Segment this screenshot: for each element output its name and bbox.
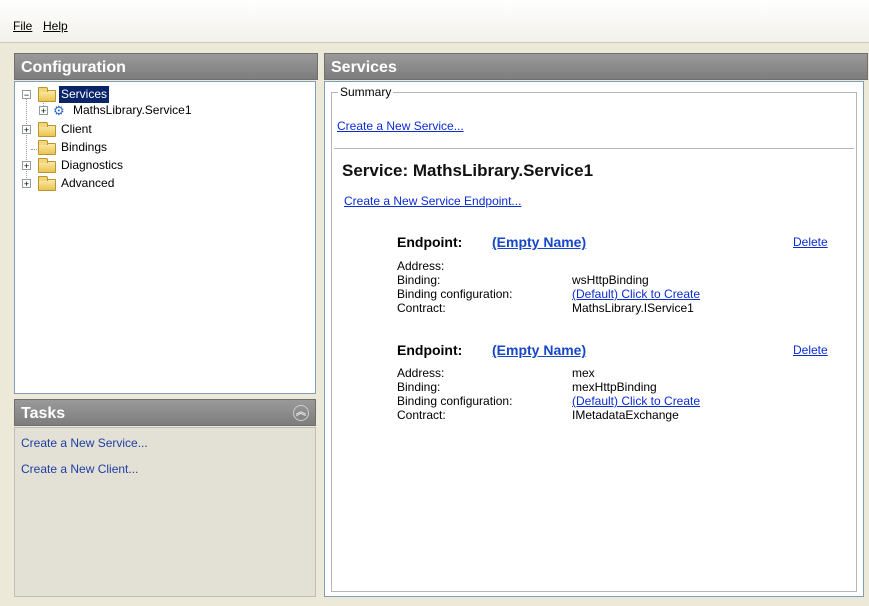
menu-bar: File Help xyxy=(0,0,869,43)
tree-item-client[interactable]: + Client xyxy=(21,121,301,138)
expand-icon[interactable]: + xyxy=(22,161,31,171)
service-title: Service: MathsLibrary.Service1 xyxy=(342,161,594,180)
create-endpoint-link[interactable]: Create a New Service Endpoint... xyxy=(344,194,521,208)
create-service-link[interactable]: Create a New Service... xyxy=(337,119,464,133)
tree-label-advanced: Advanced xyxy=(61,176,115,190)
endpoint-name-link[interactable]: (Empty Name) xyxy=(492,342,586,358)
tasks-title: Tasks xyxy=(21,405,66,422)
service-gear-icon: ⚙ xyxy=(53,103,65,118)
binding-config-label: Binding configuration: xyxy=(397,287,513,301)
delete-endpoint-button[interactable]: Delete xyxy=(793,343,828,357)
endpoint-label: Endpoint: xyxy=(397,234,463,250)
address-label: Address: xyxy=(397,259,445,273)
binding-config-link[interactable]: (Default) Click to Create xyxy=(572,287,700,301)
folder-icon xyxy=(38,158,56,173)
tree-item-service1[interactable]: + ⚙ MathsLibrary.Service1 xyxy=(21,102,301,119)
tree-label-diagnostics: Diagnostics xyxy=(61,158,124,172)
address-label: Address: xyxy=(397,366,445,380)
binding-label: Binding: xyxy=(397,273,441,287)
collapse-icon[interactable]: − xyxy=(22,90,31,100)
folder-icon xyxy=(38,176,56,191)
tree-item-bindings[interactable]: Bindings xyxy=(21,139,301,156)
services-panel: Services Summary Create a New Service...… xyxy=(324,53,868,599)
menu-help[interactable]: Help xyxy=(43,19,68,33)
configuration-header: Configuration xyxy=(14,53,318,80)
contract-label: Contract: xyxy=(397,408,446,422)
tree-item-diagnostics[interactable]: + Diagnostics xyxy=(21,157,301,174)
tasks-panel: Create a New Service... Create a New Cli… xyxy=(14,427,316,597)
menu-file-label: File xyxy=(13,19,33,33)
binding-config-link[interactable]: (Default) Click to Create xyxy=(572,394,700,408)
menu-help-label: Help xyxy=(43,19,68,33)
contract-value: IMetadataExchange xyxy=(572,408,679,422)
open-folder-icon xyxy=(38,87,56,102)
tree-label-services: Services xyxy=(59,86,110,103)
tree-item-advanced[interactable]: + Advanced xyxy=(21,175,301,192)
contract-label: Contract: xyxy=(397,301,446,315)
configuration-tree[interactable]: − Services + ⚙ MathsLibrary.Service1 + C… xyxy=(14,81,316,394)
endpoint-label: Endpoint: xyxy=(397,342,463,358)
delete-endpoint-button[interactable]: Delete xyxy=(793,235,828,249)
tree-item-services[interactable]: − Services xyxy=(21,86,301,103)
tree-label-bindings: Bindings xyxy=(61,140,108,154)
tree-label-client: Client xyxy=(61,122,92,136)
binding-value: mexHttpBinding xyxy=(572,380,657,394)
folder-icon xyxy=(38,140,56,155)
summary-group: Summary Create a New Service... Service:… xyxy=(331,85,857,592)
menu-file[interactable]: File xyxy=(13,19,32,33)
address-value: mex xyxy=(572,366,595,380)
summary-label: Summary xyxy=(338,85,394,99)
folder-icon xyxy=(38,122,56,137)
expand-icon[interactable]: + xyxy=(39,106,48,116)
configuration-panel: Configuration − Services + ⚙ MathsLibrar… xyxy=(14,53,318,599)
binding-label: Binding: xyxy=(397,380,441,394)
expand-icon[interactable]: + xyxy=(22,125,31,135)
tasks-header: Tasks ︽ xyxy=(14,399,316,426)
services-content: Summary Create a New Service... Service:… xyxy=(324,81,864,597)
contract-value: MathsLibrary.IService1 xyxy=(572,301,694,315)
expand-icon[interactable]: + xyxy=(22,179,31,189)
tree-label-service1: MathsLibrary.Service1 xyxy=(73,103,192,117)
binding-value: wsHttpBinding xyxy=(572,273,649,287)
endpoint-name-link[interactable]: (Empty Name) xyxy=(492,234,586,250)
chevron-up-icon[interactable]: ︽ xyxy=(293,405,309,421)
service-details: Service: MathsLibrary.Service1 Create a … xyxy=(334,148,854,589)
binding-config-label: Binding configuration: xyxy=(397,394,513,408)
services-header: Services xyxy=(324,53,868,80)
task-create-client-link[interactable]: Create a New Client... xyxy=(21,462,138,476)
task-create-service-link[interactable]: Create a New Service... xyxy=(21,436,148,450)
